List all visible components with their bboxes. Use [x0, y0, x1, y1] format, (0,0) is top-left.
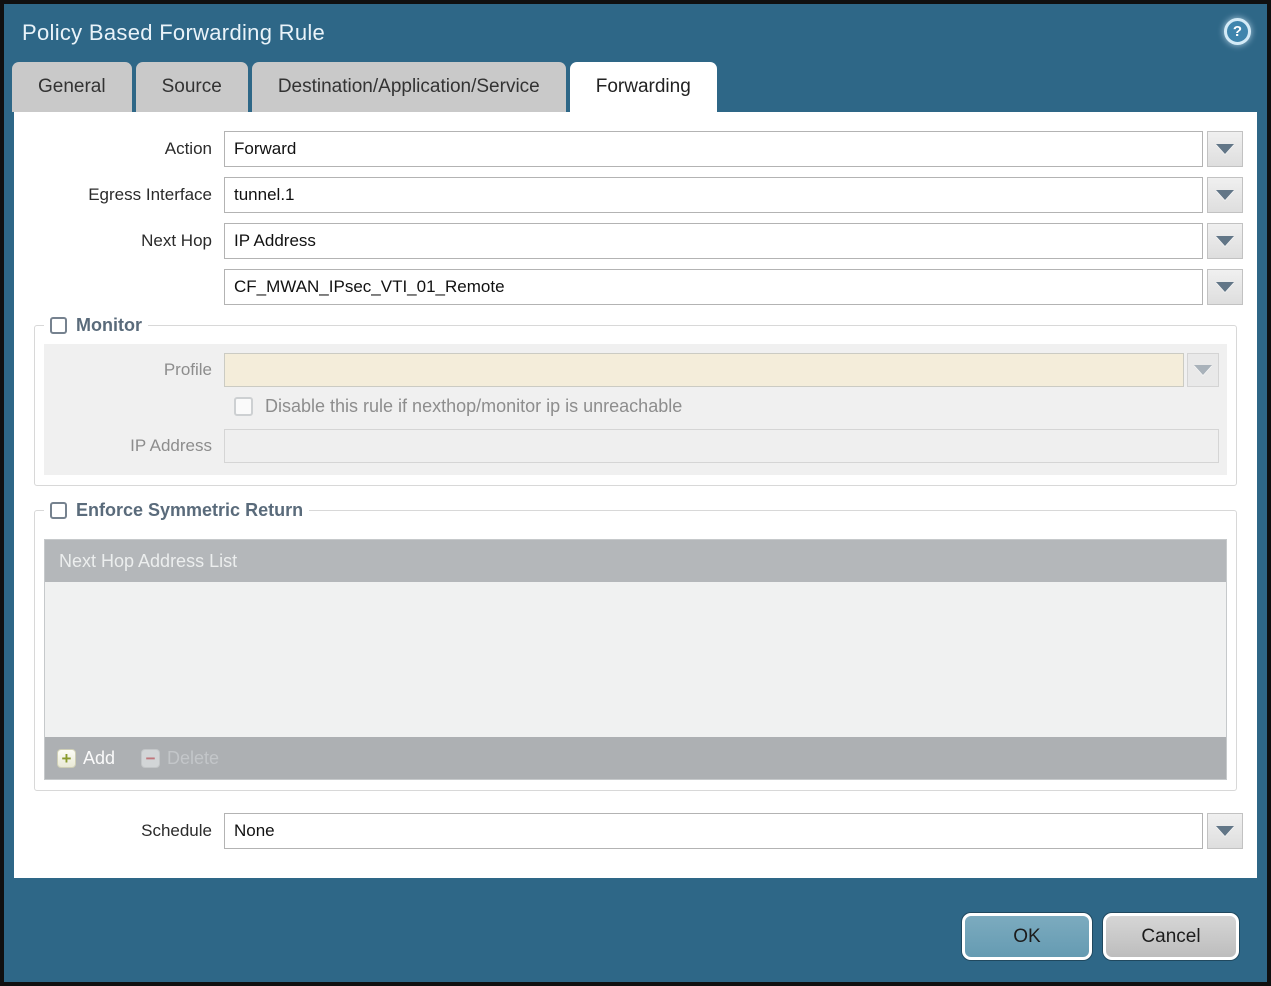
plus-icon: + [57, 748, 76, 768]
monitor-ip-address-label: IP Address [130, 436, 212, 455]
minus-icon: − [141, 748, 161, 768]
dialog-title: Policy Based Forwarding Rule [22, 20, 326, 45]
monitor-legend: Monitor [44, 315, 148, 336]
schedule-row: Schedule None [14, 813, 1243, 849]
titlebar: Policy Based Forwarding Rule ? [4, 4, 1267, 62]
monitor-ip-address-input [224, 429, 1219, 463]
forwarding-tab-panel: Action Forward Egress Interface tunnel.1… [14, 112, 1257, 878]
schedule-label: Schedule [141, 821, 212, 840]
next-hop-address-list-body [45, 582, 1226, 737]
enforce-symmetric-return-legend: Enforce Symmetric Return [44, 500, 309, 521]
next-hop-address-row: CF_MWAN_IPsec_VTI_01_Remote [14, 269, 1243, 305]
profile-dropdown-button [1187, 353, 1219, 387]
monitor-ip-address-row: IP Address [44, 429, 1227, 463]
action-row: Action Forward [14, 131, 1243, 167]
ok-button[interactable]: OK [962, 913, 1092, 960]
action-input[interactable]: Forward [224, 131, 1203, 167]
disable-rule-label: Disable this rule if nexthop/monitor ip … [265, 396, 683, 416]
monitor-legend-label: Monitor [76, 315, 142, 335]
disable-rule-row: Disable this rule if nexthop/monitor ip … [234, 396, 1227, 417]
egress-interface-label: Egress Interface [88, 185, 212, 204]
add-button[interactable]: + Add [57, 748, 115, 769]
next-hop-type-input[interactable]: IP Address [224, 223, 1203, 259]
dialog-footer: OK Cancel [962, 913, 1239, 960]
next-hop-row: Next Hop IP Address [14, 223, 1243, 259]
schedule-dropdown-button[interactable] [1207, 813, 1243, 849]
chevron-down-icon [1216, 144, 1234, 154]
profile-row: Profile [44, 353, 1227, 387]
delete-button-label: Delete [167, 747, 220, 768]
tab-bar: General Source Destination/Application/S… [12, 62, 1267, 112]
next-hop-address-list-header: Next Hop Address List [45, 540, 1226, 582]
help-icon[interactable]: ? [1224, 18, 1251, 45]
monitor-group: Monitor Profile Disable this rule if nex… [34, 315, 1237, 486]
enforce-symmetric-return-group: Enforce Symmetric Return Next Hop Addres… [34, 500, 1237, 791]
monitor-checkbox[interactable] [50, 317, 67, 334]
cancel-button[interactable]: Cancel [1103, 913, 1239, 960]
policy-based-forwarding-dialog: Policy Based Forwarding Rule ? General S… [0, 0, 1271, 986]
disable-rule-checkbox [234, 397, 253, 416]
chevron-down-icon [1194, 365, 1212, 375]
next-hop-address-dropdown-button[interactable] [1207, 269, 1243, 305]
egress-interface-row: Egress Interface tunnel.1 [14, 177, 1243, 213]
next-hop-address-list-footer: + Add − Delete [45, 737, 1226, 779]
next-hop-type-dropdown-button[interactable] [1207, 223, 1243, 259]
chevron-down-icon [1216, 282, 1234, 292]
profile-input [224, 353, 1184, 387]
enforce-symmetric-return-checkbox[interactable] [50, 502, 67, 519]
chevron-down-icon [1216, 236, 1234, 246]
chevron-down-icon [1216, 826, 1234, 836]
next-hop-address-list-table: Next Hop Address List + Add − Delete [44, 539, 1227, 780]
tab-general[interactable]: General [12, 62, 132, 112]
schedule-input[interactable]: None [224, 813, 1203, 849]
egress-interface-dropdown-button[interactable] [1207, 177, 1243, 213]
monitor-content: Profile Disable this rule if nexthop/mon… [44, 344, 1227, 475]
enforce-symmetric-return-legend-label: Enforce Symmetric Return [76, 500, 304, 520]
tab-source[interactable]: Source [135, 62, 248, 112]
delete-button: − Delete [141, 748, 219, 769]
action-dropdown-button[interactable] [1207, 131, 1243, 167]
next-hop-label: Next Hop [141, 231, 212, 250]
egress-interface-input[interactable]: tunnel.1 [224, 177, 1203, 213]
next-hop-address-input[interactable]: CF_MWAN_IPsec_VTI_01_Remote [224, 269, 1203, 305]
chevron-down-icon [1216, 190, 1234, 200]
action-label: Action [164, 139, 212, 158]
profile-label: Profile [163, 360, 212, 379]
tab-destination-application-service[interactable]: Destination/Application/Service [251, 62, 566, 112]
add-button-label: Add [83, 747, 116, 768]
tab-forwarding[interactable]: Forwarding [569, 62, 717, 112]
